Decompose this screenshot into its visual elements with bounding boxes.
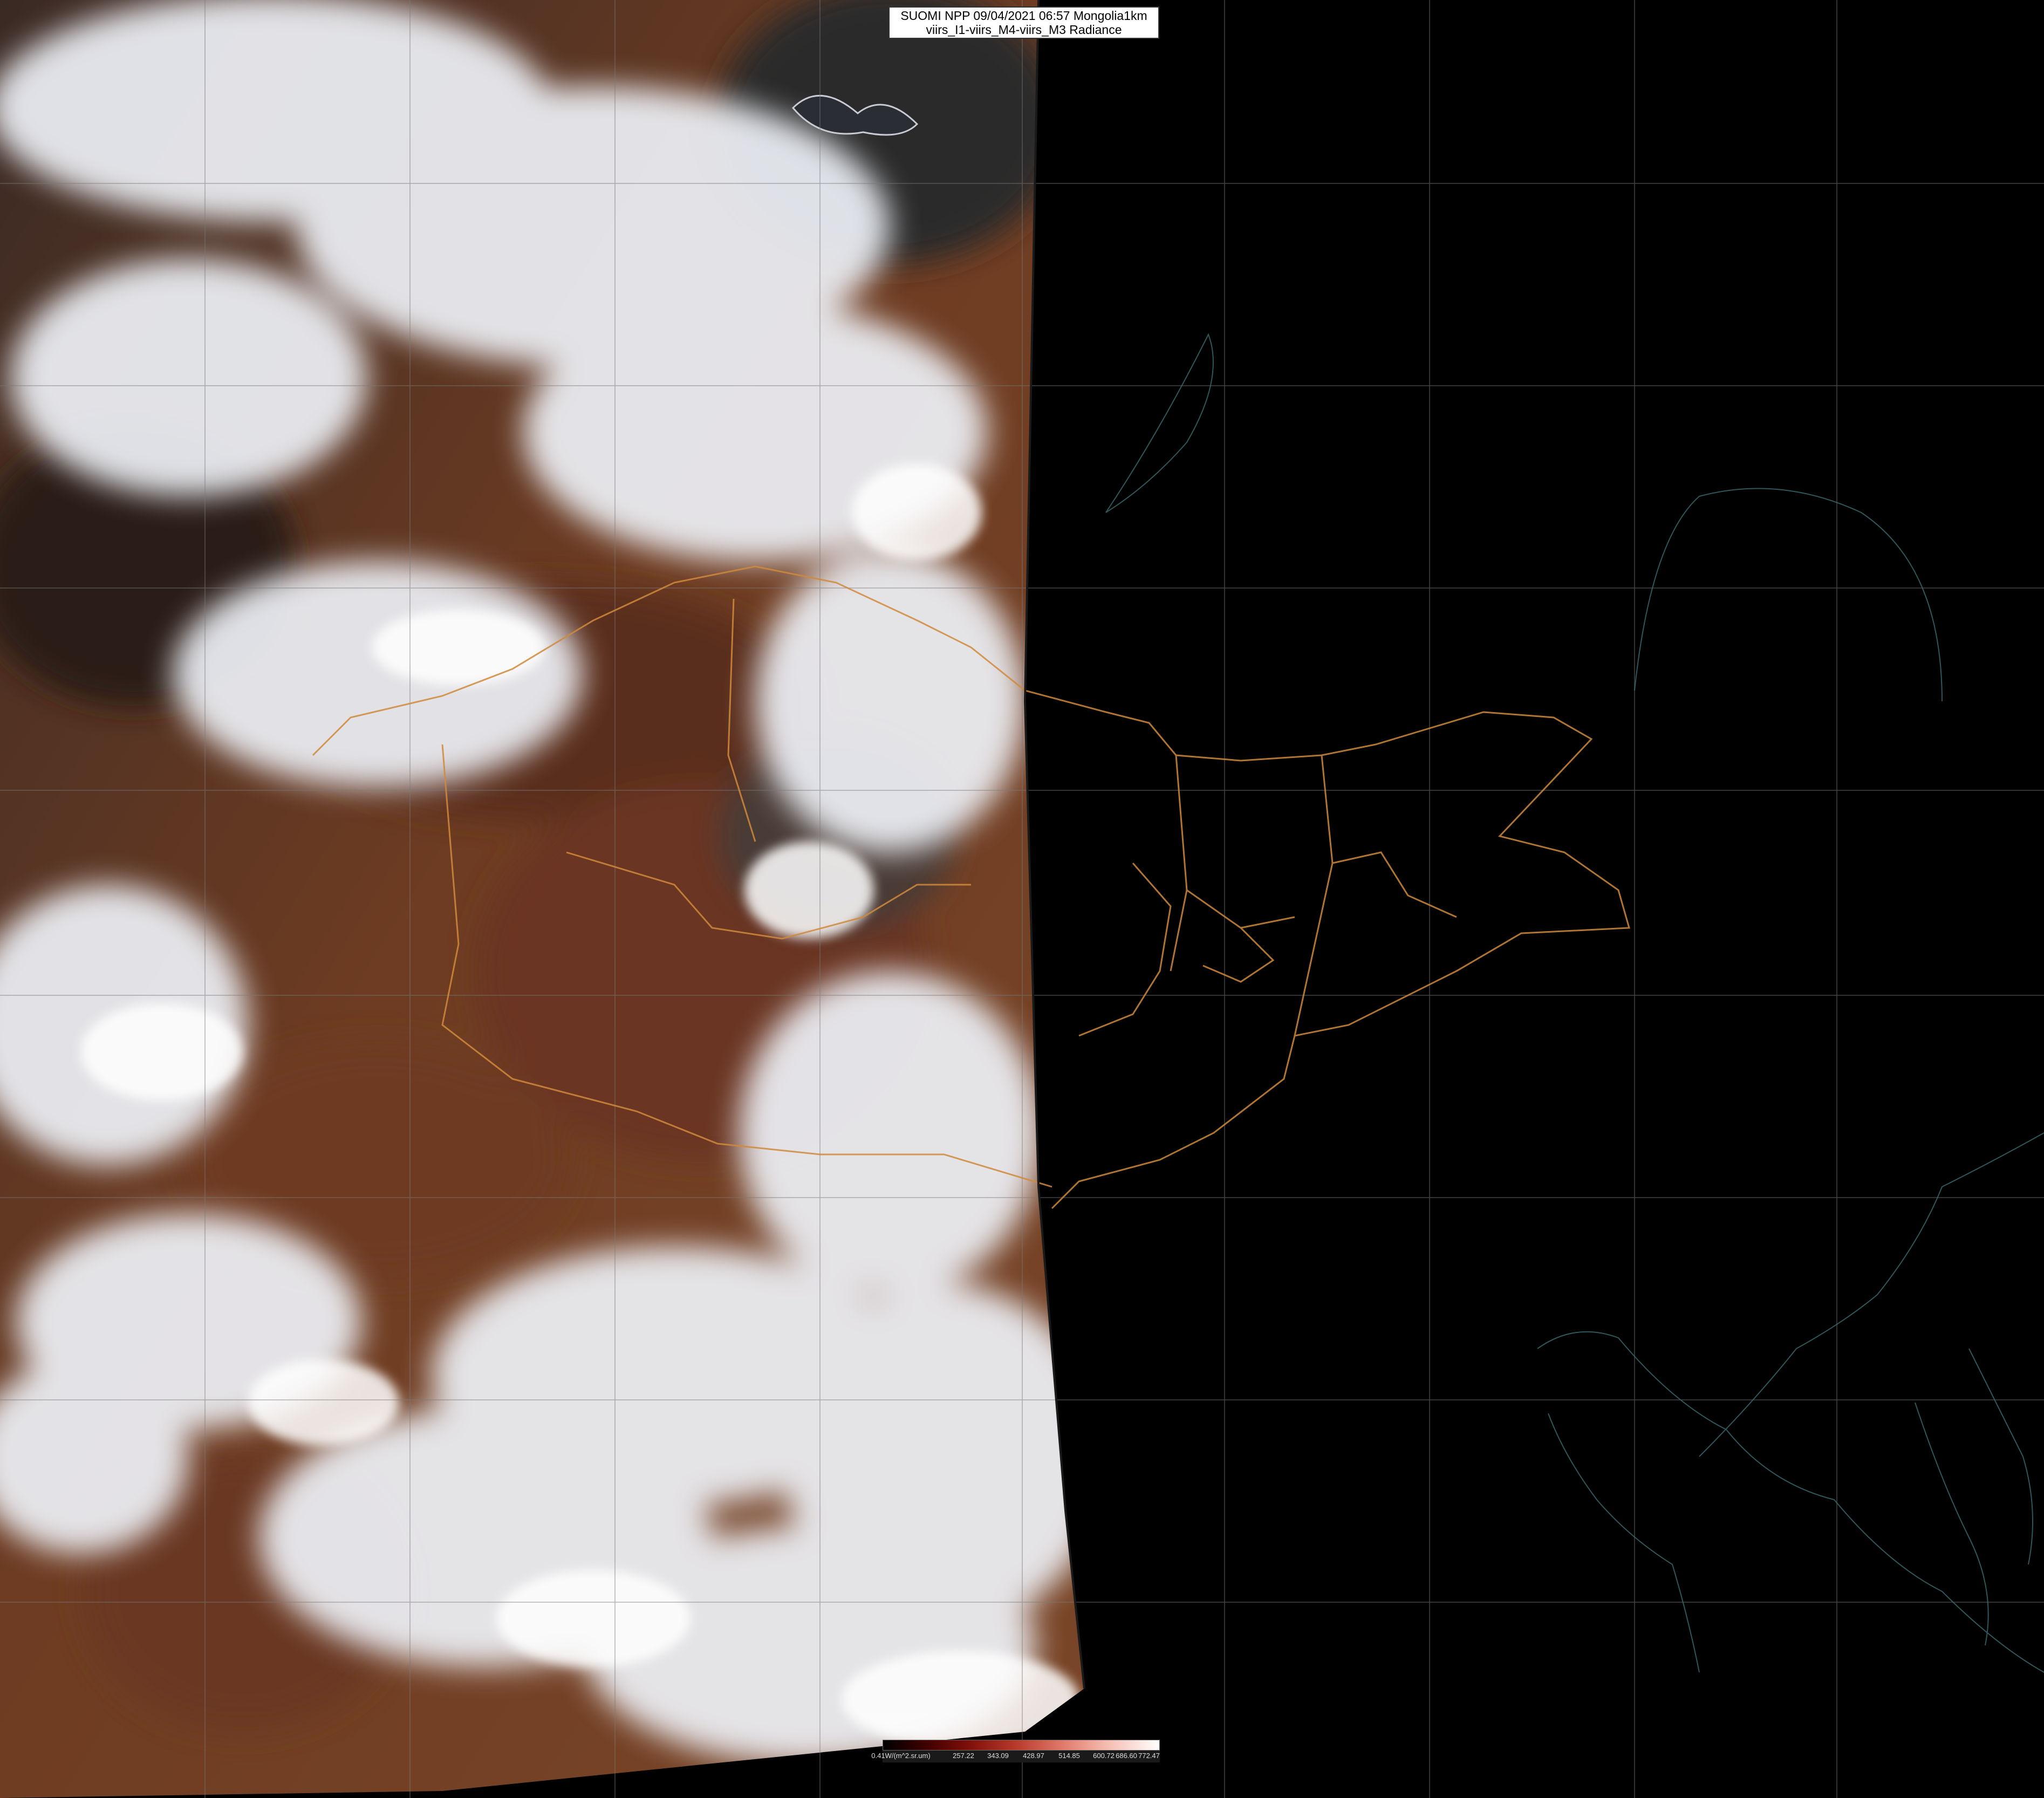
- colorbar-label: 514.85: [1058, 1752, 1080, 1760]
- colorbar-label: 772.47: [1138, 1752, 1160, 1760]
- image-title-box: SUOMI NPP 09/04/2021 06:57 Mongolia1km v…: [888, 6, 1159, 39]
- colorbar-label: 686.60: [1116, 1752, 1137, 1760]
- title-line-satellite: SUOMI NPP 09/04/2021 06:57 Mongolia1km: [900, 9, 1147, 23]
- colorbar-gradient: [883, 1740, 1160, 1751]
- colorbar-label: 428.97: [1023, 1752, 1044, 1760]
- satellite-scene: [0, 0, 2044, 1798]
- radiance-colorbar: 0.41W/(m^2.sr.um) 257.22 343.09 428.97 5…: [871, 1740, 1160, 1763]
- colorbar-label: 0.41W/(m^2.sr.um): [871, 1752, 931, 1760]
- daylight-swath: [0, 0, 1084, 1798]
- colorbar-label: 257.22: [953, 1752, 974, 1760]
- colorbar-label: 343.09: [987, 1752, 1009, 1760]
- colorbar-labels: 0.41W/(m^2.sr.um) 257.22 343.09 428.97 5…: [871, 1751, 1160, 1762]
- colorbar-label: 600.72: [1093, 1752, 1115, 1760]
- title-line-product: viirs_I1-viirs_M4-viirs_M3 Radiance: [926, 23, 1122, 37]
